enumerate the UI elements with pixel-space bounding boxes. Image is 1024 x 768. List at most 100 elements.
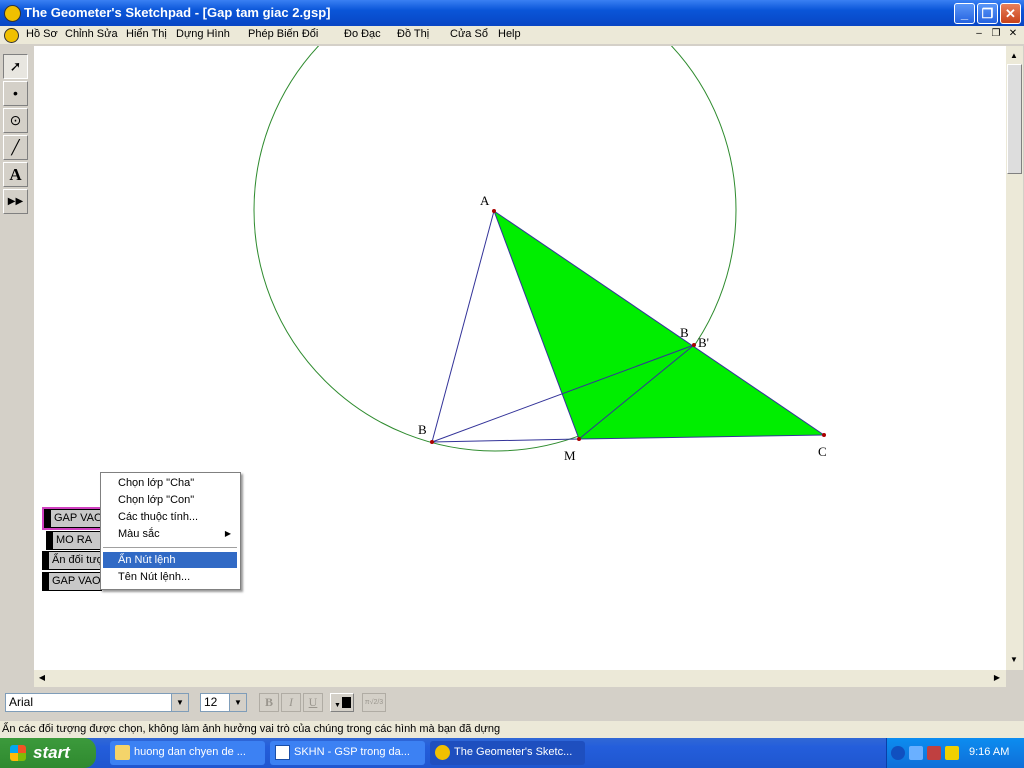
action-button-label: Ẩn đối tượng	[48, 551, 102, 570]
point-c[interactable]	[822, 433, 826, 437]
color-swatch	[342, 697, 351, 708]
point-a[interactable]	[492, 209, 496, 213]
status-bar: Ẩn các đối tượng được chọn, không làm ản…	[0, 721, 1024, 738]
word-icon	[275, 745, 290, 760]
font-family-select[interactable]: Arial ▼	[5, 693, 189, 712]
menu-item-select-parents[interactable]: Chọn lớp "Cha"	[103, 475, 237, 491]
select-arrow-tool[interactable]: ➚	[3, 54, 28, 79]
system-tray: 9:16 AM	[886, 738, 1024, 768]
segment-bm[interactable]	[431, 438, 580, 443]
font-size-select[interactable]: 12 ▼	[200, 693, 247, 712]
horizontal-scrollbar[interactable]: ◀ ▶	[34, 670, 1006, 687]
taskbar-item-label: The Geometer's Sketc...	[454, 746, 573, 758]
label-b[interactable]: B	[418, 422, 427, 437]
point-b[interactable]	[430, 440, 434, 444]
font-family-value: Arial	[9, 695, 34, 709]
menu-item-properties[interactable]: Các thuộc tính...	[103, 509, 237, 525]
math-format-button[interactable]: π√2/3	[362, 693, 386, 712]
label-b-top[interactable]: B	[680, 325, 689, 340]
straightedge-tool[interactable]: ╱	[3, 135, 28, 160]
doc-close-button[interactable]: ✕	[1006, 28, 1020, 41]
maximize-button[interactable]: ❐	[977, 3, 998, 24]
chevron-down-icon[interactable]: ▼	[229, 694, 246, 711]
status-text: Ẩn các đối tượng được chọn, không làm ản…	[2, 723, 501, 735]
scroll-down-arrow-icon[interactable]: ▼	[1006, 652, 1022, 668]
menu-graph[interactable]: Đồ Thị	[397, 28, 429, 40]
label-a[interactable]: A	[480, 193, 490, 208]
menu-item-label: Chọn lớp "Con"	[118, 494, 195, 506]
network-icon[interactable]	[909, 746, 923, 760]
menu-item-button-label[interactable]: Tên Nút lệnh...	[103, 569, 237, 585]
doc-minimize-button[interactable]: –	[972, 28, 986, 41]
minimize-button[interactable]: _	[954, 3, 975, 24]
folder-icon	[115, 745, 130, 760]
window-title: The Geometer's Sketchpad - [Gap tam giac…	[24, 5, 331, 20]
menu-item-color[interactable]: Màu sắc ▶	[103, 526, 237, 542]
taskbar-item-folder[interactable]: huong dan chyen de ...	[110, 741, 265, 765]
menu-help[interactable]: Help	[498, 28, 521, 40]
windows-logo-icon	[10, 745, 26, 761]
action-button-hide-objects[interactable]: Ẩn đối tượng	[42, 551, 102, 570]
menu-edit[interactable]: Chỉnh Sửa	[65, 28, 118, 40]
action-button-fold-in-2[interactable]: GAP VAO	[42, 572, 102, 591]
sketchpad-icon	[435, 745, 450, 760]
action-button-unfold[interactable]: MO RA	[46, 531, 102, 550]
menu-measure[interactable]: Đo Đạc	[344, 28, 381, 40]
close-button[interactable]: ✕	[1000, 3, 1021, 24]
scroll-up-arrow-icon[interactable]: ▲	[1006, 48, 1022, 64]
submenu-arrow-icon: ▶	[224, 529, 231, 538]
point-m[interactable]	[577, 437, 581, 441]
point-b-prime[interactable]	[692, 343, 696, 347]
menu-transform[interactable]: Phép Biến Đổi	[248, 28, 318, 40]
label-b-prime[interactable]: B'	[698, 335, 709, 350]
menu-item-select-children[interactable]: Chọn lớp "Con"	[103, 492, 237, 508]
text-tool[interactable]: A	[3, 162, 28, 187]
action-button-label: GAP VAO	[50, 509, 104, 528]
font-size-value: 12	[204, 695, 218, 709]
action-button-fold-in[interactable]: GAP VAO	[42, 507, 106, 530]
taskbar-item-sketchpad[interactable]: The Geometer's Sketc...	[430, 741, 585, 765]
scroll-left-arrow-icon[interactable]: ◀	[34, 670, 50, 686]
menu-item-label: Ẩn Nút lệnh	[118, 554, 176, 566]
vietkey-icon[interactable]	[945, 746, 959, 760]
custom-tool[interactable]: ▶▶	[3, 189, 28, 214]
vertical-scroll-thumb[interactable]	[1007, 64, 1022, 174]
security-icon[interactable]	[927, 746, 941, 760]
label-m[interactable]: M	[564, 448, 576, 463]
compass-tool[interactable]: ⊙	[3, 108, 28, 133]
title-bar: The Geometer's Sketchpad - [Gap tam giac…	[0, 0, 1024, 26]
back-arrow-icon[interactable]	[891, 746, 905, 760]
menu-construct[interactable]: Dựng Hình	[176, 28, 230, 40]
menu-item-hide-button[interactable]: Ẩn Nút lệnh	[103, 552, 237, 568]
vertical-scrollbar[interactable]: ▲ ▼	[1006, 46, 1023, 670]
menu-item-label: Chọn lớp "Cha"	[118, 477, 195, 489]
sketchpad-app-icon[interactable]	[4, 5, 21, 22]
start-button[interactable]: start	[0, 738, 96, 768]
segment-ab[interactable]	[431, 210, 495, 443]
label-c[interactable]: C	[818, 444, 827, 459]
taskbar-item-word[interactable]: SKHN - GSP trong da...	[270, 741, 425, 765]
menu-item-label: Tên Nút lệnh...	[118, 571, 191, 583]
menu-display[interactable]: Hiển Thị	[126, 28, 167, 40]
italic-button[interactable]: I	[281, 693, 301, 712]
action-button-label: GAP VAO	[48, 572, 102, 591]
menu-file[interactable]: Hồ Sơ	[26, 28, 58, 40]
taskbar-item-label: SKHN - GSP trong da...	[294, 746, 410, 758]
menu-item-label: Các thuộc tính...	[118, 511, 199, 523]
text-color-button[interactable]: ▼	[330, 693, 354, 712]
menu-bar: Hồ Sơ Chỉnh Sửa Hiển Thị Dựng Hình Phép …	[0, 26, 1024, 44]
scroll-right-arrow-icon[interactable]: ▶	[989, 670, 1005, 686]
chevron-down-icon[interactable]: ▼	[171, 694, 188, 711]
point-tool[interactable]: •	[3, 81, 28, 106]
start-label: start	[33, 743, 70, 762]
taskbar: start huong dan chyen de ... SKHN - GSP …	[0, 738, 1024, 768]
taskbar-item-label: huong dan chyen de ...	[134, 746, 246, 758]
bold-button[interactable]: B	[259, 693, 279, 712]
underline-button[interactable]: U	[303, 693, 323, 712]
text-palette: Arial ▼ 12 ▼ B I U ▼ π√2/3	[0, 689, 1024, 717]
toolbox: ➚ • ⊙ ╱ A ▶▶	[0, 46, 32, 686]
doc-restore-button[interactable]: ❐	[989, 28, 1003, 41]
document-icon[interactable]	[4, 28, 19, 43]
menu-separator	[103, 547, 237, 548]
menu-window[interactable]: Cửa Sổ	[450, 28, 488, 40]
